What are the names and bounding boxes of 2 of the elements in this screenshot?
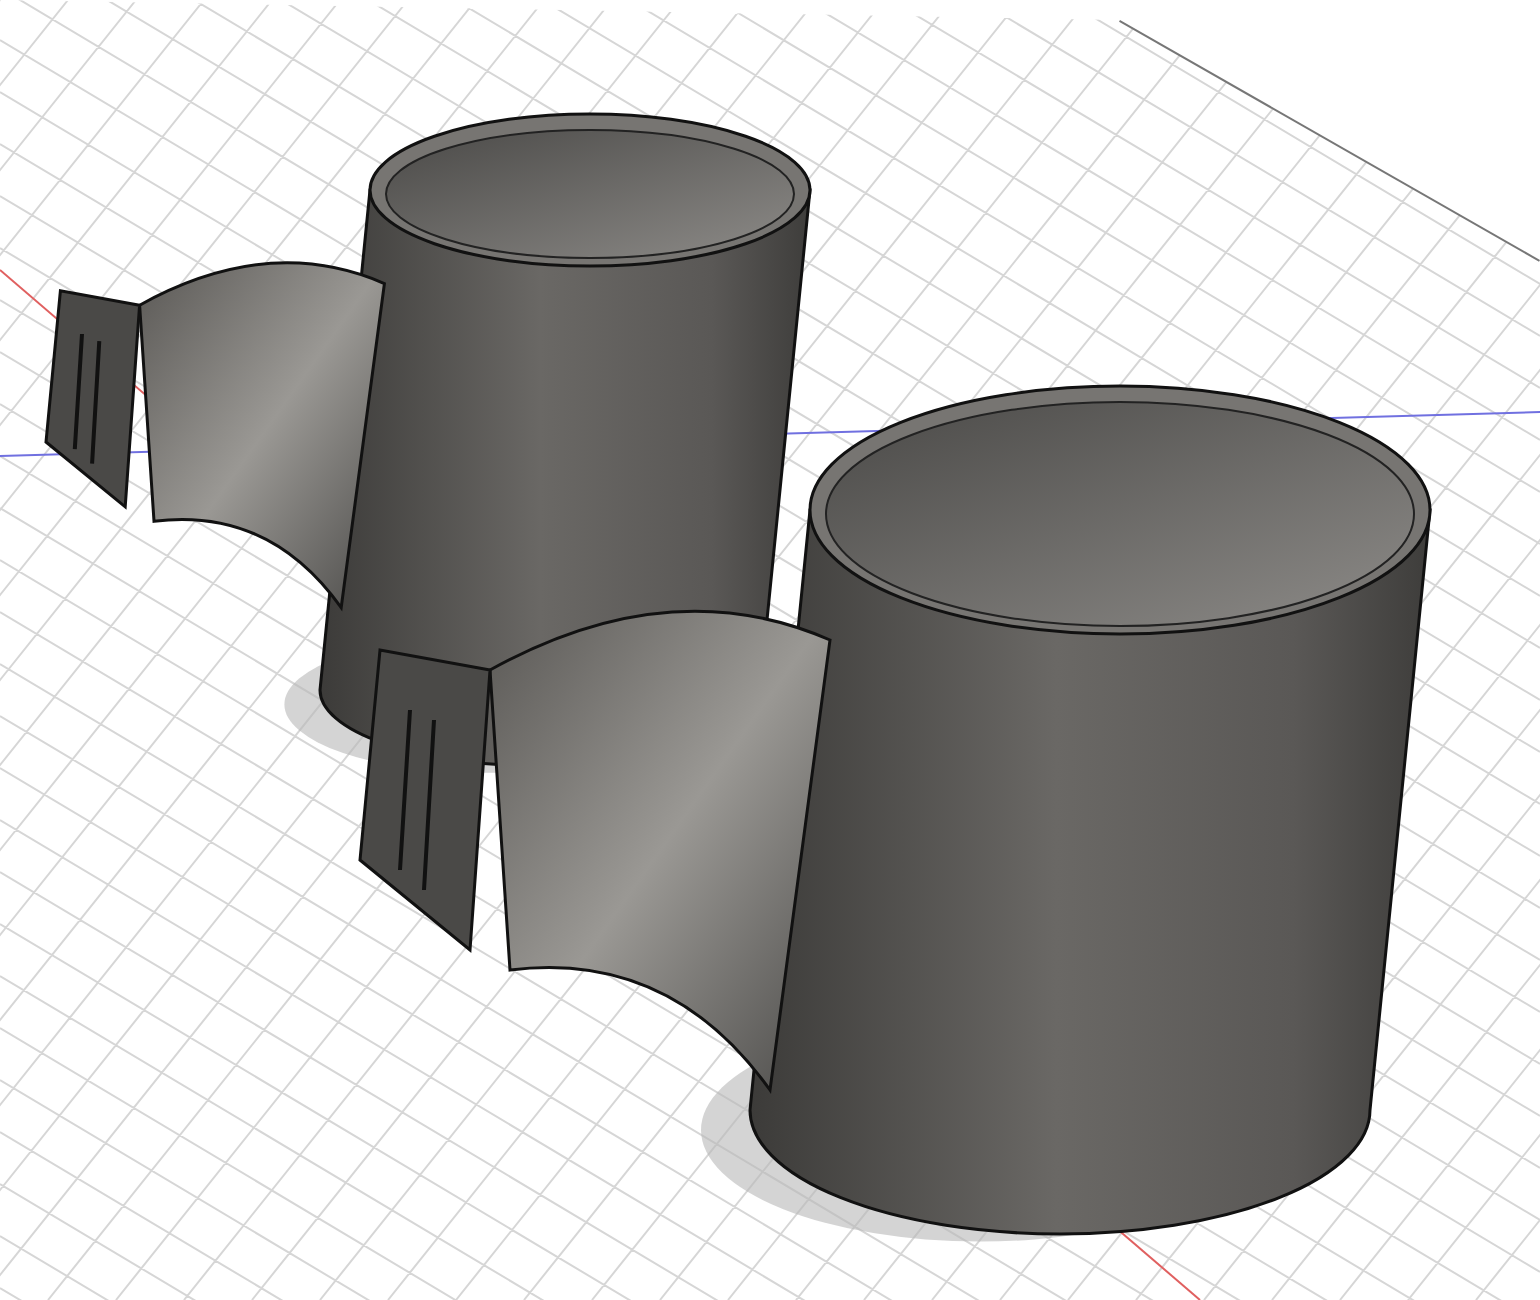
adapter-drawing[interactable] (358, 384, 1432, 1242)
cad-viewport[interactable] (0, 0, 1540, 1300)
